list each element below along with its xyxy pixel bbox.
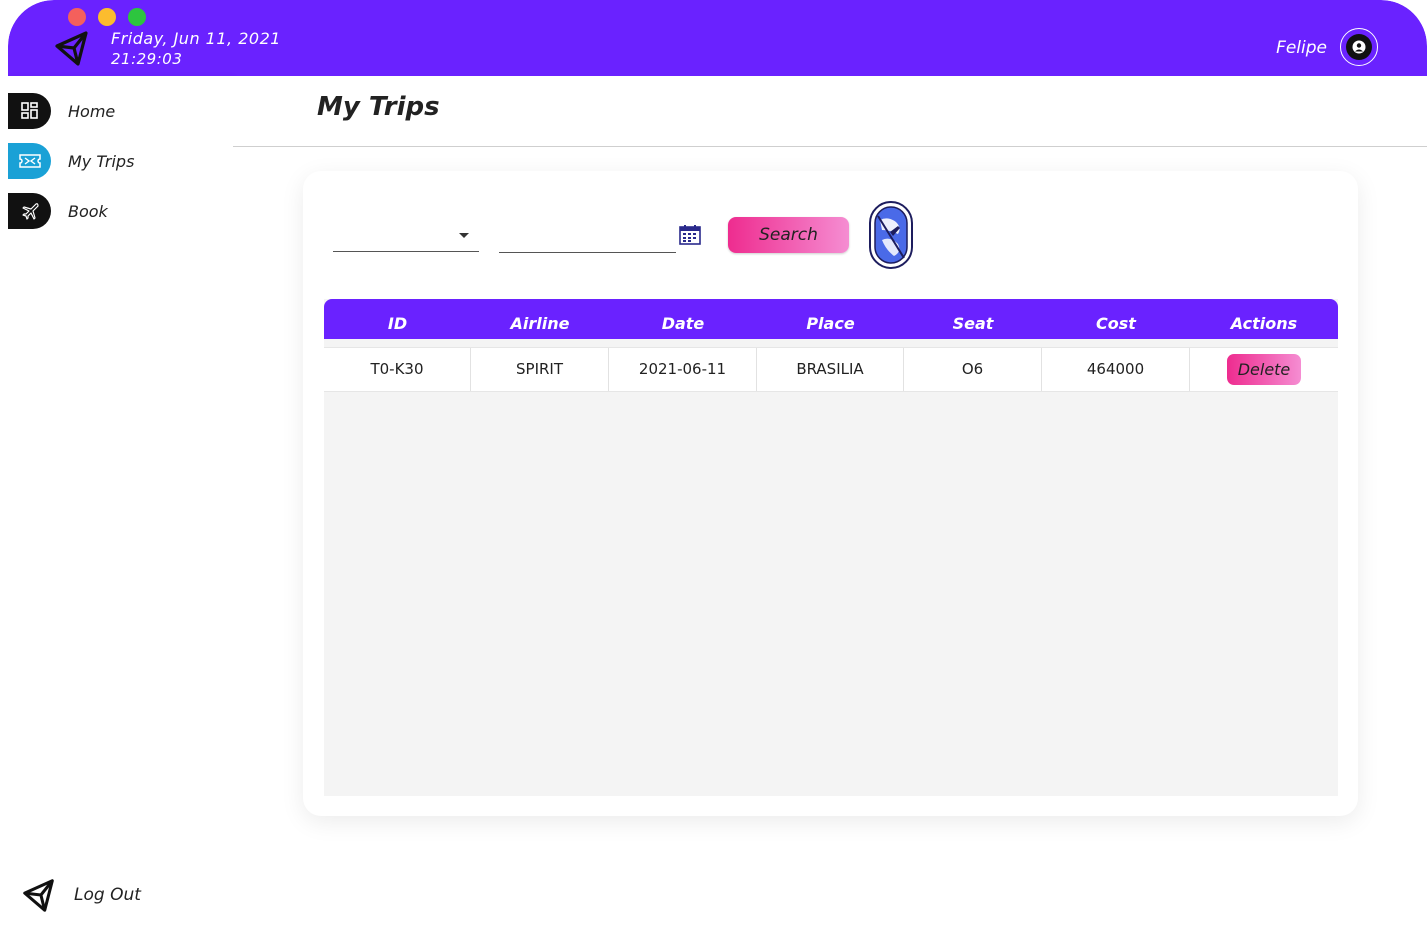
table-header: ID Airline Date Place Seat Cost Actions xyxy=(324,299,1338,339)
current-date: Friday, Jun 11, 2021 xyxy=(111,29,281,48)
ticket-icon xyxy=(8,143,51,179)
app-window: Friday, Jun 11, 2021 21:29:03 Felipe Hom… xyxy=(8,0,1427,952)
chevron-down-icon xyxy=(459,233,469,238)
sidebar-item-home[interactable]: Home xyxy=(8,93,115,129)
background-window-edge xyxy=(0,0,8,952)
dashboard-icon xyxy=(8,93,51,129)
main-content: My Trips Search ID Airline Date Place Se… xyxy=(233,76,1427,952)
page-title: My Trips xyxy=(317,92,440,122)
cell-place: BRASILIA xyxy=(757,348,904,391)
close-window-button[interactable] xyxy=(68,8,86,26)
current-time: 21:29:03 xyxy=(111,50,183,68)
calendar-icon[interactable] xyxy=(679,225,701,245)
column-header-date: Date xyxy=(661,314,705,333)
airplane-window-icon xyxy=(869,201,913,269)
column-header-airline: Airline xyxy=(510,314,570,333)
trips-card: Search ID Airline Date Place Seat Cost A… xyxy=(303,171,1358,816)
sidebar-item-book[interactable]: Book xyxy=(8,193,108,229)
sidebar-item-my-trips[interactable]: My Trips xyxy=(8,143,134,179)
date-input[interactable] xyxy=(499,221,676,253)
airline-select[interactable] xyxy=(333,221,479,252)
top-header: Friday, Jun 11, 2021 21:29:03 Felipe xyxy=(8,0,1427,76)
column-header-cost: Cost xyxy=(1096,314,1136,333)
paper-plane-logo-icon xyxy=(55,31,88,66)
sidebar: Home My Trips Book Log Out xyxy=(8,76,233,952)
cell-id: T0-K30 xyxy=(324,348,471,391)
column-header-id: ID xyxy=(387,314,408,333)
maximize-window-button[interactable] xyxy=(128,8,146,26)
title-divider xyxy=(233,146,1427,147)
username-label: Felipe xyxy=(1276,38,1327,58)
user-icon xyxy=(1346,34,1372,60)
user-avatar-button[interactable] xyxy=(1340,28,1378,66)
cell-cost: 464000 xyxy=(1042,348,1190,391)
column-header-seat: Seat xyxy=(952,314,994,333)
sidebar-item-label: My Trips xyxy=(68,151,135,171)
sidebar-item-label: Book xyxy=(68,201,108,221)
trips-table: ID Airline Date Place Seat Cost Actions … xyxy=(324,299,1338,796)
cell-date: 2021-06-11 xyxy=(609,348,757,391)
cell-airline: SPIRIT xyxy=(471,348,609,391)
sidebar-item-label: Home xyxy=(68,101,116,121)
search-button[interactable]: Search xyxy=(728,217,849,253)
delete-trip-button[interactable]: Delete xyxy=(1227,354,1301,385)
cell-seat: O6 xyxy=(904,348,1042,391)
airplane-icon xyxy=(8,193,51,229)
logout-button[interactable]: Log Out xyxy=(20,876,141,914)
table-row: T0-K30 SPIRIT 2021-06-11 BRASILIA O6 464… xyxy=(324,347,1338,392)
column-header-place: Place xyxy=(806,314,855,333)
logout-label: Log Out xyxy=(74,885,141,905)
minimize-window-button[interactable] xyxy=(98,8,116,26)
column-header-actions: Actions xyxy=(1230,314,1298,333)
paper-plane-icon xyxy=(23,879,54,912)
